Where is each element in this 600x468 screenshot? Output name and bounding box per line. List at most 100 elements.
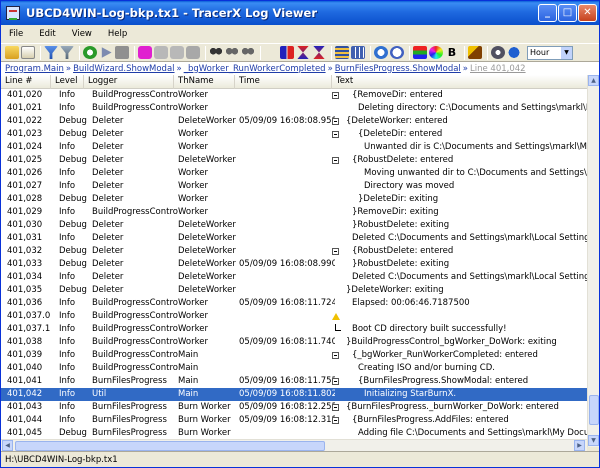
cell-text: Deleting directory: C:\Documents and Set… xyxy=(358,103,587,113)
clock-icon[interactable] xyxy=(390,46,404,59)
toolbar-separator xyxy=(134,45,135,60)
maximize-button[interactable]: □ xyxy=(558,4,577,22)
bold-icon[interactable]: B xyxy=(445,46,459,59)
scroll-left-arrow-icon[interactable]: ◀ xyxy=(2,440,13,451)
scroll-down-arrow-icon[interactable]: ▼ xyxy=(588,435,599,446)
table-row[interactable]: 401,027 Info Deleter Worker Directory was mo… xyxy=(1,180,587,193)
vertical-scroll-thumb[interactable] xyxy=(589,395,599,425)
table-row[interactable]: 401,026 Info Deleter Worker Moving unwanted … xyxy=(1,167,587,180)
scroll-up-arrow-icon[interactable]: ▲ xyxy=(588,75,599,86)
collapse-box-icon[interactable] xyxy=(332,349,344,362)
stop-icon[interactable] xyxy=(115,46,129,59)
table-row[interactable]: 401,021 Info BuildProgressControl Worker Del… xyxy=(1,102,587,115)
column-header-thname[interactable]: ThName xyxy=(174,75,235,89)
clear-filter-icon[interactable] xyxy=(60,46,74,59)
collapse-box-icon[interactable] xyxy=(332,375,344,388)
find-next-icon[interactable] xyxy=(225,46,239,59)
menu-edit[interactable]: Edit xyxy=(31,25,63,43)
columns-icon[interactable] xyxy=(351,46,365,59)
highlight-icon[interactable] xyxy=(468,46,482,59)
table-row[interactable]: 401,025 Debug Deleter DeleteWorker {RobustDe… xyxy=(1,154,587,167)
table-row[interactable]: 401,036 Info BuildProgressControl Worker 05/… xyxy=(1,297,587,310)
breadcrumb-item-burnfiles[interactable]: BurnFilesProgress.ShowModal xyxy=(335,64,461,74)
table-row[interactable]: 401,023 Debug Deleter Worker {DeleteDir: ent… xyxy=(1,128,587,141)
column-header-line[interactable]: Line # xyxy=(1,75,51,89)
table-row[interactable]: 401,034 Info Deleter DeleteWorker Deleted C:… xyxy=(1,271,587,284)
log-grid[interactable]: Line # Level Logger ThName Time Text 401… xyxy=(1,75,587,447)
table-row[interactable]: 401,044 Info BurnFilesProgress Burn Worker 0… xyxy=(1,414,587,427)
breadcrumb-item-main[interactable]: Program.Main xyxy=(5,64,64,74)
table-row[interactable]: 401,024 Info Deleter Worker Unwanted dir is … xyxy=(1,141,587,154)
breadcrumb-current[interactable]: Line 401,042 xyxy=(470,64,526,74)
table-row[interactable]: 401,043 Info BurnFilesProgress Burn Worker 0… xyxy=(1,401,587,414)
expand-icon[interactable] xyxy=(297,46,309,59)
horizontal-scroll-thumb[interactable] xyxy=(15,441,325,451)
horizontal-scrollbar[interactable]: ◀ ▶ xyxy=(1,439,587,451)
table-row[interactable]: 401,042 Info Util Main 05/09/09 16:08:11.802… xyxy=(1,388,587,401)
collapse-box-icon[interactable] xyxy=(332,245,344,258)
open-file-icon[interactable] xyxy=(21,46,35,59)
collapse-box-icon[interactable] xyxy=(332,401,344,414)
table-row[interactable]: 401,037.1 Info BuildProgressControl Worker B… xyxy=(1,323,587,336)
bookmark-prev-icon[interactable] xyxy=(154,46,168,59)
minimize-button[interactable]: _ xyxy=(538,4,557,22)
bookmark-clear-icon[interactable] xyxy=(186,46,200,59)
filter-icon[interactable] xyxy=(44,46,58,59)
table-row[interactable]: 401,031 Info Deleter DeleteWorker Deleted C:… xyxy=(1,232,587,245)
table-row[interactable]: 401,040 Info BuildProgressControl Main Creat… xyxy=(1,362,587,375)
table-row[interactable]: 401,029 Info BuildProgressControl Worker}Re… xyxy=(1,206,587,219)
bookmark-next-icon[interactable] xyxy=(170,46,184,59)
breadcrumb-item-buildwizard[interactable]: BuildWizard.ShowModal xyxy=(73,64,174,74)
collapse-box-icon[interactable] xyxy=(332,154,344,167)
table-row[interactable]: 401,022 Debug Deleter DeleteWorker 05/09/09 … xyxy=(1,115,587,128)
find-prev-icon[interactable] xyxy=(241,46,255,59)
cell-line-number: 401,031 xyxy=(7,233,43,243)
table-row[interactable]: 401,028 Debug Deleter Worker}DeleteDir: exi… xyxy=(1,193,587,206)
table-row[interactable]: 401,038 Info BuildProgressControl Worker 05/… xyxy=(1,336,587,349)
breadcrumb-separator: » xyxy=(327,63,333,74)
cell-logger: Deleter xyxy=(92,155,124,165)
expand-all-icon[interactable] xyxy=(264,48,278,57)
collapse-box-icon[interactable] xyxy=(332,128,344,141)
play-icon[interactable] xyxy=(101,47,112,58)
collapse-box-icon[interactable] xyxy=(332,115,344,128)
menu-help[interactable]: Help xyxy=(100,25,135,43)
column-header-logger[interactable]: Logger xyxy=(84,75,174,89)
column-header-time[interactable]: Time xyxy=(235,75,332,89)
find-icon[interactable] xyxy=(209,46,223,59)
refresh-time-icon[interactable] xyxy=(374,46,388,59)
column-header-level[interactable]: Level xyxy=(51,75,84,89)
table-row[interactable]: 401,035 Debug Deleter DeleteWorker}DeleteWo… xyxy=(1,284,587,297)
close-button[interactable]: ✕ xyxy=(578,4,597,22)
collapse-box-icon[interactable] xyxy=(332,414,344,427)
table-row[interactable]: 401,041 Info BurnFilesProgress Main 05/09/09… xyxy=(1,375,587,388)
colors-icon[interactable] xyxy=(413,46,427,59)
collapse-icon[interactable] xyxy=(313,46,325,59)
table-row[interactable]: 401,032 Debug Deleter DeleteWorker {RobustDe… xyxy=(1,245,587,258)
table-row[interactable]: 401,037.0 Info BuildProgressControl Worker xyxy=(1,310,587,323)
breadcrumb-item-bgworker[interactable]: _bgWorker_RunWorkerCompleted xyxy=(184,64,326,74)
row-marker xyxy=(332,102,344,115)
open-folder-icon[interactable] xyxy=(5,46,19,59)
menu-view[interactable]: View xyxy=(64,25,100,43)
table-row[interactable]: 401,033 Debug Deleter DeleteWorker 05/09/09 … xyxy=(1,258,587,271)
column-header-text[interactable]: Text xyxy=(332,75,587,89)
palette-icon[interactable] xyxy=(429,46,443,59)
title-bar[interactable]: UBCD4WIN-Log-bkp.tx1 - TracerX Log Viewe… xyxy=(1,1,599,25)
toolbar-separator xyxy=(79,45,80,60)
menu-file[interactable]: File xyxy=(1,25,31,43)
options-icon[interactable] xyxy=(491,46,505,59)
table-row[interactable]: 401,020 Info BuildProgressControl Worker {Re… xyxy=(1,89,587,102)
chevron-down-icon[interactable]: ▼ xyxy=(561,46,572,59)
collapse-all-icon[interactable] xyxy=(280,46,294,59)
vertical-scrollbar[interactable]: ▲ ▼ xyxy=(587,75,599,447)
collapse-box-icon[interactable] xyxy=(332,89,344,102)
help-icon[interactable] xyxy=(507,46,521,59)
table-row[interactable]: 401,039 Info BuildProgressControl Main {_bgW… xyxy=(1,349,587,362)
time-unit-combo[interactable]: Hour ▼ xyxy=(527,45,573,60)
table-row[interactable]: 401,030 Debug Deleter DeleteWorker}RobustDe… xyxy=(1,219,587,232)
bookmark-toggle-icon[interactable] xyxy=(138,46,152,59)
scroll-right-arrow-icon[interactable]: ▶ xyxy=(574,440,585,451)
call-stack-icon[interactable] xyxy=(335,46,349,59)
refresh-icon[interactable] xyxy=(83,46,97,59)
